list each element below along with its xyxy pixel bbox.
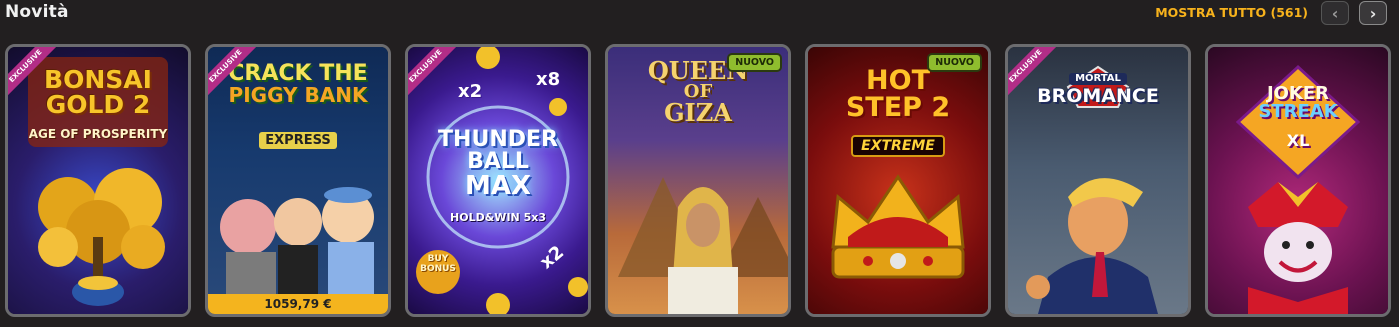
game-art: HOT STEP 2 EXTREME <box>808 47 988 314</box>
game-art: JOKER STREAK XL <box>1208 47 1388 314</box>
multiplier-label: x2 <box>458 81 483 102</box>
chevron-right-icon: › <box>1369 3 1377 23</box>
game-art: QUEEN OF GIZA <box>608 47 788 314</box>
chevron-left-icon: ‹ <box>1331 3 1339 23</box>
game-logo: HOT STEP 2 <box>845 65 951 123</box>
game-art: MORTAL BROMANCE <box>1008 47 1188 314</box>
game-card-crack-the-piggy-bank[interactable]: CRACK THE PIGGY BANK EXPRESS EXCLUSIVE 1… <box>205 44 391 317</box>
multiplier-label: x8 <box>536 69 561 90</box>
game-art: BONSAI GOLD 2 AGE OF PROSPERITY <box>8 47 188 314</box>
game-logo: THUNDER BALL MAX <box>438 127 558 201</box>
carousel-prev-button[interactable]: ‹ <box>1321 1 1349 25</box>
game-logo: JOKER STREAK <box>1258 83 1338 122</box>
game-subtitle: HOLD&WIN 5x3 <box>450 211 546 224</box>
game-subtitle: AGE OF PROSPERITY <box>28 127 168 141</box>
show-all-link[interactable]: MOSTRA TUTTO (561) <box>1155 5 1308 20</box>
game-card-hot-step-2[interactable]: HOT STEP 2 EXTREME NUOVO <box>805 44 991 317</box>
game-card-thunder-ball-max[interactable]: x2 x8 x2 THUNDER BALL MAX HOLD&WIN 5x3 B… <box>405 44 591 317</box>
game-art: CRACK THE PIGGY BANK EXPRESS <box>208 47 388 314</box>
jackpot-amount: 1059,79 € <box>208 294 388 314</box>
game-subtitle: EXPRESS <box>259 132 337 149</box>
game-art: x2 x8 x2 THUNDER BALL MAX HOLD&WIN 5x3 B… <box>408 47 588 314</box>
game-logo: BONSAI GOLD 2 <box>44 65 152 119</box>
buy-bonus-badge: BUY BONUS <box>420 254 456 274</box>
game-subtitle: EXTREME <box>851 135 945 157</box>
game-card-joker-streak[interactable]: JOKER STREAK XL <box>1205 44 1391 317</box>
new-badge: NUOVO <box>927 53 982 72</box>
carousel-next-button[interactable]: › <box>1359 1 1387 25</box>
game-card-bonsai-gold-2[interactable]: BONSAI GOLD 2 AGE OF PROSPERITY EXCLUSIV… <box>5 44 191 317</box>
game-card-mortal-bromance[interactable]: MORTAL BROMANCE EXCLUSIVE <box>1005 44 1191 317</box>
new-badge: NUOVO <box>727 53 782 72</box>
game-card-queen-of-giza[interactable]: QUEEN OF GIZA NUOVO <box>605 44 791 317</box>
section-title: Novità <box>5 2 69 22</box>
game-subtitle: XL <box>1286 131 1310 150</box>
game-logo: MORTAL BROMANCE <box>1037 73 1159 107</box>
game-logo: CRACK THE PIGGY BANK <box>228 61 368 107</box>
